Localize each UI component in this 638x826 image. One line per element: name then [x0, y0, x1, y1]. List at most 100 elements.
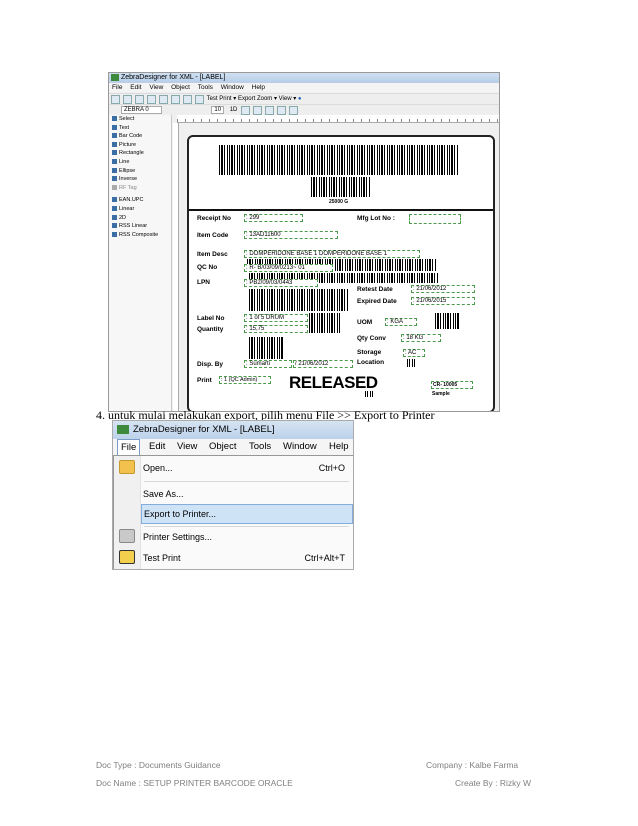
pointer-icon [112, 116, 117, 122]
print-label: Print [197, 377, 212, 384]
cut-icon[interactable] [147, 95, 156, 104]
qc-no-label: QC No [197, 264, 218, 271]
menu-window[interactable]: Window [283, 439, 317, 455]
uom-barcode[interactable] [435, 313, 459, 329]
qty-conv-value[interactable]: : 18 KG [401, 334, 441, 342]
menu-help[interactable]: Help [252, 84, 265, 91]
menu-object[interactable]: Object [171, 84, 190, 91]
item-desc-value[interactable]: : DOMPERIDONE BASE 1 DOMPERIDONE BASE 1 [244, 250, 420, 258]
rss-linear-icon [112, 223, 117, 229]
open-icon[interactable] [123, 95, 132, 104]
tool-bar-code[interactable]: Bar Code [109, 132, 171, 141]
zoom-button[interactable]: Zoom [257, 96, 272, 102]
sample-text: Sample [432, 391, 450, 397]
uom-value[interactable]: : KGA [385, 318, 417, 326]
menu-item-open[interactable]: Open... Ctrl+O [141, 459, 351, 477]
align-right-icon[interactable] [289, 106, 299, 115]
lpn-barcode[interactable] [249, 289, 349, 311]
tool-rss-composite[interactable]: RSS Composite [109, 231, 171, 240]
menu-item-test-print[interactable]: Test Print Ctrl+Alt+T [141, 549, 351, 567]
footer-company: Company : Kalbe Farma [426, 760, 519, 770]
tool-rf-tag[interactable]: RF Tag [109, 184, 171, 193]
menu-separator [144, 526, 349, 527]
tool-2d[interactable]: 2D [109, 214, 171, 223]
disp-barcode[interactable] [249, 337, 283, 359]
receipt-no-label: Receipt No [197, 215, 231, 222]
italic-icon[interactable] [253, 106, 263, 115]
label-no-value[interactable]: : 1 of 5 DRUM [244, 314, 308, 322]
tool-ellipse[interactable]: Ellipse [109, 167, 171, 176]
save-icon[interactable] [135, 95, 144, 104]
mfg-lot-value[interactable] [409, 214, 461, 224]
disp-date-value[interactable]: / 21/06/2012 [293, 360, 353, 368]
2d-icon [112, 214, 117, 220]
barcode-mode[interactable]: 1D [230, 107, 238, 113]
undo-icon[interactable] [183, 95, 192, 104]
menu-object[interactable]: Object [209, 439, 236, 455]
rectangle-tool-icon [112, 150, 117, 156]
bold-icon[interactable] [241, 106, 251, 115]
tool-select[interactable]: Select [109, 115, 171, 124]
quantity-value[interactable]: : 15,75 [244, 325, 308, 333]
tool-text[interactable]: Text [109, 124, 171, 133]
tool-rectangle[interactable]: Rectangle [109, 149, 171, 158]
label-no-label: Label No [197, 315, 225, 322]
copy-icon[interactable] [159, 95, 168, 104]
released-stamp[interactable]: RELEASED [289, 373, 378, 393]
menu-item-printer-settings[interactable]: Printer Settings... [141, 528, 351, 546]
open-folder-icon [119, 460, 135, 474]
disp-by-label: Disp. By [197, 361, 224, 368]
menu-view[interactable]: View [149, 84, 163, 91]
line-tool-icon [112, 159, 117, 165]
menu-tools[interactable]: Tools [198, 84, 213, 91]
redo-icon[interactable] [195, 95, 204, 104]
menu-tools[interactable]: Tools [249, 439, 271, 455]
paste-icon[interactable] [171, 95, 180, 104]
weight-barcode[interactable] [311, 177, 371, 197]
menu-file[interactable]: File [112, 84, 122, 91]
lpn-value[interactable]: : PB2/09/03/0443 [244, 279, 318, 287]
retest-date-value[interactable]: : 21/06/2012 [411, 285, 475, 293]
tool-picture[interactable]: Picture [109, 141, 171, 150]
help-icon[interactable]: ● [298, 96, 302, 102]
menu-item-save-as[interactable]: Save As... [141, 485, 351, 503]
item-code-value[interactable]: : 13AD11600 [244, 231, 338, 239]
align-left-icon[interactable] [265, 106, 275, 115]
tool-inverse[interactable]: Inverse [109, 175, 171, 184]
print-value[interactable]: : 1 (QC Admin) [219, 376, 271, 384]
export-button[interactable]: Export [238, 96, 255, 102]
storage-value[interactable]: : AC [403, 349, 425, 357]
align-center-icon[interactable] [277, 106, 287, 115]
tool-linear[interactable]: Linear [109, 205, 171, 214]
expired-date-value[interactable]: : 21/06/2015 [411, 297, 475, 305]
test-print-button[interactable]: Test Print [207, 96, 232, 102]
menu-window[interactable]: Window [221, 84, 244, 91]
retest-date-label: Retest Date [357, 286, 393, 293]
inverse-tool-icon [112, 176, 117, 182]
menu-view[interactable]: View [177, 439, 197, 455]
receipt-no-value[interactable]: : 299 [244, 214, 303, 222]
menu-edit[interactable]: Edit [149, 439, 165, 455]
tool-ean-upc[interactable]: EAN.UPC [109, 196, 171, 205]
storage-barcode[interactable] [407, 359, 415, 367]
file-menu-screenshot: ZebraDesigner for XML - [LABEL] File Edi… [112, 420, 354, 570]
released-mark [365, 391, 373, 397]
qc-no-value[interactable]: : R- B/03/09/0213~ 01 [244, 264, 333, 272]
tool-rss-linear[interactable]: RSS Linear [109, 222, 171, 231]
menu-edit[interactable]: Edit [130, 84, 141, 91]
app-icon [111, 74, 119, 81]
main-barcode[interactable] [219, 145, 459, 175]
quantity-barcode[interactable] [309, 313, 341, 333]
window-title: ZebraDesigner for XML - [LABEL] [121, 74, 226, 81]
menu-help[interactable]: Help [329, 439, 349, 455]
menu-item-export-to-printer[interactable]: Export to Printer... [141, 504, 353, 524]
disp-by-value[interactable]: : Sumarti [244, 360, 292, 368]
label-canvas[interactable]: 25000 G Receipt No : 299 Mfg Lot No : It… [187, 135, 495, 411]
printer-select[interactable]: ZEBRA 0 [121, 106, 162, 114]
view-button[interactable]: View [279, 96, 292, 102]
font-size-select[interactable]: 10 [211, 106, 225, 114]
cr-value[interactable]: CR- 10005 [431, 381, 473, 389]
new-icon[interactable] [111, 95, 120, 104]
tool-line[interactable]: Line [109, 158, 171, 167]
zebradesigner-screenshot: ZebraDesigner for XML - [LABEL] File Edi… [108, 72, 500, 412]
